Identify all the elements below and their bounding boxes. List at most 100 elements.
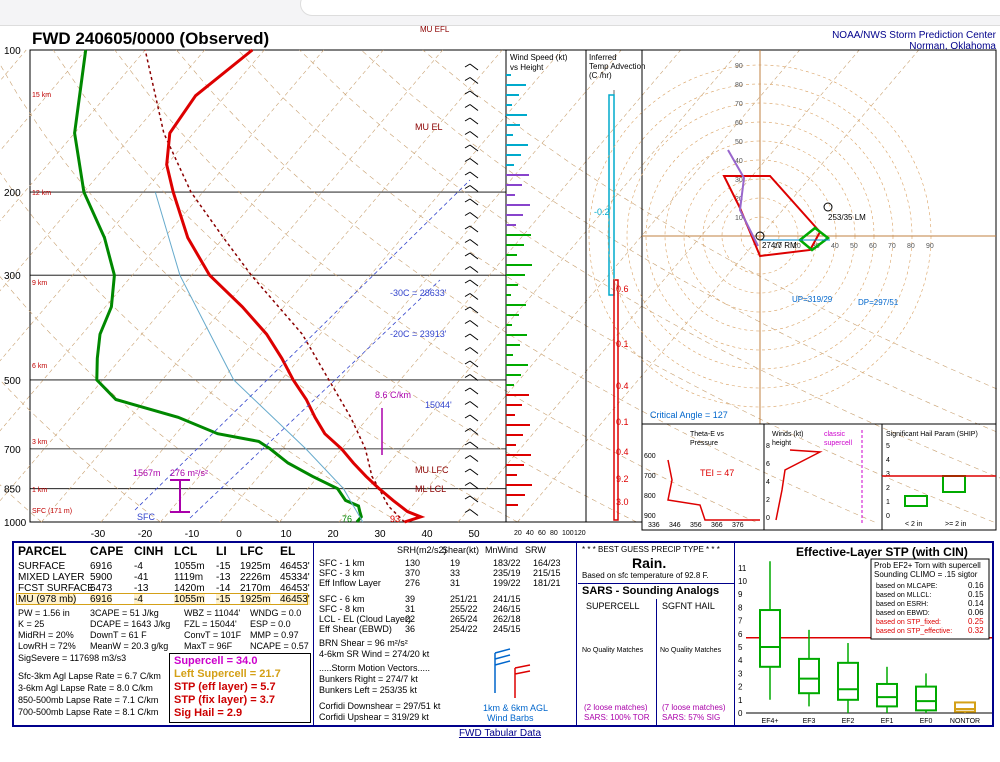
parcel-extra: MeanW = 20.3 g/kg	[90, 641, 169, 651]
shear-cell: 33	[450, 568, 461, 578]
shear-cell: SFC - 8 km	[319, 604, 365, 614]
parcel-extra: DownT = 61 F	[90, 630, 147, 640]
shear-cell: 183/22	[493, 558, 521, 568]
precip-box: * * * BEST GUESS PRECIP TYPE * * * Rain. B…	[578, 543, 735, 725]
tadv-warm	[613, 279, 619, 521]
barbs-label2: Wind Barbs	[487, 713, 534, 723]
hodo-ring-label: 40	[831, 243, 839, 250]
shear-cell: Eff Inflow Layer	[319, 578, 381, 588]
storm-motion-header: .....Storm Motion Vectors.....	[319, 663, 431, 673]
parcel-header: LFC	[240, 544, 264, 558]
stp-box: Effective-Layer STP (with CIN) 11 10 9 8 7 6 5 4…	[736, 543, 992, 725]
shear-cell: 246/15	[493, 604, 521, 614]
shear-header: MnWind	[485, 545, 519, 555]
bottom-panel: PARCEL CAPE CINH LCL LI LFC EL SURFACE 6916 -4 105…	[12, 541, 994, 727]
stp-category: NONTOR	[950, 718, 980, 725]
wind-barb-flag	[464, 239, 471, 243]
stp-legend-label: based on ESRH:	[876, 601, 928, 608]
shear-cell: 39	[405, 594, 416, 604]
wind-barb-staff	[469, 212, 479, 219]
pressure-label: 850	[4, 485, 21, 496]
lapse-rate: 3-6km Agl Lapse Rate = 8.0 C/km	[18, 683, 153, 693]
shear-header: SRW	[525, 545, 546, 555]
wind-barb-flag	[464, 77, 471, 81]
tabular-data-link[interactable]: FWD Tabular Data	[0, 728, 1000, 739]
ship-ylabel: 5	[886, 443, 890, 450]
theta-xlabel: 376	[732, 522, 744, 529]
pressure-label: 1000	[4, 518, 27, 529]
parcel-cell: -15	[216, 561, 231, 572]
temp-axis-label: -20	[138, 529, 153, 540]
shear-cell: 36	[405, 624, 416, 634]
shear-cell: 130	[405, 558, 421, 568]
lapse-label: 8.6 C/km	[375, 390, 411, 400]
pressure-label: 300	[4, 271, 21, 282]
parcel-extra: PW = 1.56 in	[18, 608, 70, 618]
composite-param: Left Supercell = 21.7	[174, 668, 281, 680]
theta-ylabel: 600	[644, 453, 656, 460]
pressure-label: 500	[4, 376, 21, 387]
parcel-extra: WBZ = 11044'	[184, 608, 241, 618]
hodo-lm-label: 253/35 LM	[828, 213, 866, 222]
wind-barb-staff	[469, 333, 479, 341]
parcel-extra: LowRH = 72%	[18, 641, 76, 651]
height-label: 3 km	[32, 439, 47, 446]
stp-ylabel: 8	[738, 603, 743, 612]
wind-barb-flag	[464, 360, 471, 365]
stp-ylabel: 7	[738, 617, 743, 626]
wind-barb-staff	[469, 185, 479, 192]
parcel-extra: K = 25	[18, 619, 45, 629]
barb-6km	[494, 648, 511, 693]
shear-header: Shear(kt)	[442, 545, 480, 555]
shear-cell: SFC - 1 km	[319, 558, 365, 568]
sfc-temp-label: 93	[390, 514, 400, 524]
wind-barb-staff	[469, 414, 479, 422]
wind-tick: 100	[562, 530, 574, 537]
wind-barb-staff	[469, 266, 479, 273]
ship-ylabel: 4	[886, 457, 890, 464]
wind-barb-flag	[464, 63, 471, 68]
corfidi-down: Corfidi Downshear = 297/51 kt	[319, 701, 441, 711]
shear-cell: 255/22	[450, 604, 478, 614]
dry-adiabat	[0, 379, 161, 523]
stp-box	[837, 661, 859, 701]
parcel-header: EL	[280, 544, 296, 558]
wind-barb-flag	[464, 279, 471, 284]
parcel-extra: ConvT = 101F	[184, 630, 242, 640]
parcel-cell: -13	[216, 572, 231, 583]
srw-profile	[775, 449, 823, 521]
stp-legend-value: 0.15	[968, 590, 984, 599]
corfidi-up: Corfidi Upshear = 319/29 kt	[319, 712, 429, 722]
shear-cell: 215/15	[533, 568, 561, 578]
wind-barb-staff	[469, 239, 479, 246]
stp-ylabel: 6	[738, 630, 743, 639]
wind-tick: 20	[514, 530, 522, 537]
wind-barb-flag	[464, 212, 471, 216]
hodo-ring-label: 80	[907, 243, 915, 250]
temp-axis-label: -10	[185, 529, 200, 540]
wind-barb-flag	[464, 347, 471, 351]
stp-boxplot: 11109876543210EF4+ EF3 EF2 EF1 EF0 NONTORProb…	[738, 558, 992, 725]
stp-category: EF0	[920, 718, 933, 725]
parcel-table: PARCEL CAPE CINH LCL LI LFC EL SURFACE 6916 -4 105…	[14, 543, 314, 725]
theta-xlabel: 336	[648, 522, 660, 529]
ship-ylabel: 3	[886, 471, 890, 478]
wind-barb-flag	[464, 414, 471, 419]
srw-classic: classic	[824, 431, 846, 438]
wind-barb-staff	[469, 441, 479, 449]
tadv-value: 0.4	[616, 447, 629, 457]
ml-lcl-label: ML LCL	[415, 484, 446, 494]
bunkers-right: Bunkers Right = 274/7 kt	[319, 674, 418, 684]
wind-tick: 80	[550, 530, 558, 537]
lapse-rate: 850-500mb Lapse Rate = 7.1 C/km	[18, 695, 159, 705]
height-label: 12 km	[32, 190, 51, 197]
minus30c-label: -30C = 28633'	[390, 288, 447, 298]
mu-lfc-label: MU LFC	[415, 465, 449, 475]
wind-barb-flag	[464, 482, 471, 486]
sigsevere: SigSevere = 117698 m3/s3	[18, 653, 127, 663]
analog-lm1: (2 loose matches)	[584, 703, 648, 712]
bunkers-left: Bunkers Left = 253/35 kt	[319, 685, 417, 695]
stp-legend-sub: Sounding CLIMO = .15 sigtor	[874, 570, 978, 579]
wind-tick: 60	[538, 530, 546, 537]
stp-legend-value: 0.06	[968, 608, 984, 617]
